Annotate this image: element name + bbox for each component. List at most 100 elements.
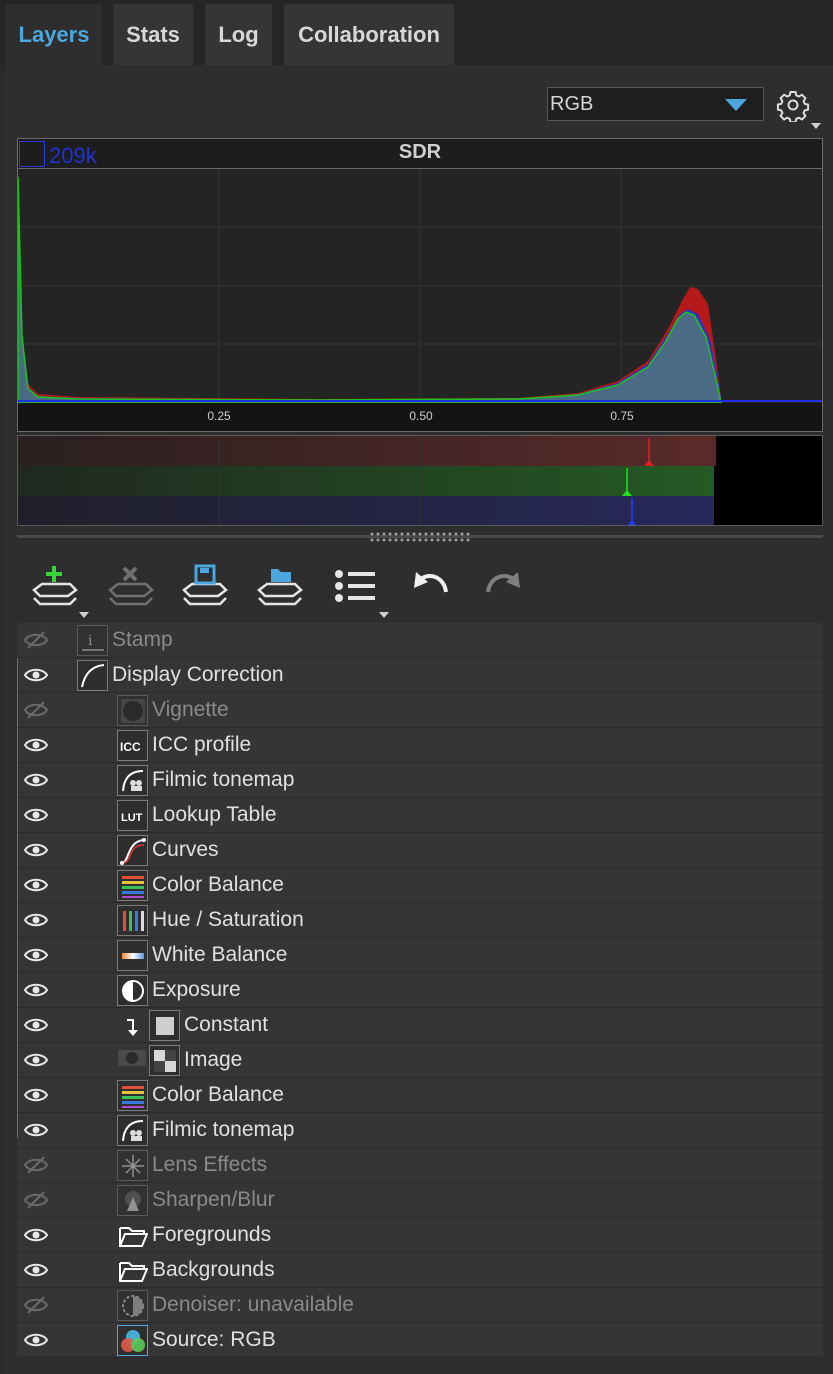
channel-select[interactable]: RGB — [547, 87, 764, 121]
layer-label: Hue / Saturation — [152, 908, 304, 931]
layer-row[interactable]: Foregrounds — [17, 1218, 823, 1253]
eye-icon[interactable] — [23, 1014, 49, 1036]
layer-row[interactable]: White Balance — [17, 938, 823, 973]
chevron-down-icon — [725, 99, 747, 111]
eye-icon[interactable] — [23, 1329, 49, 1351]
denoiser-icon[interactable] — [117, 1290, 148, 1321]
channel-range-sliders[interactable] — [17, 435, 823, 526]
icc-icon[interactable]: ICC — [117, 730, 148, 761]
chevron-down-icon[interactable] — [811, 123, 821, 129]
hue-saturation-icon[interactable] — [117, 905, 148, 936]
eye-icon[interactable] — [23, 1259, 49, 1281]
layer-row[interactable]: i Stamp — [17, 623, 823, 658]
layer-row[interactable]: LUT Lookup Table — [17, 798, 823, 833]
layer-list-button[interactable] — [328, 562, 380, 610]
folder-icon[interactable] — [117, 1255, 148, 1286]
svg-text:LUT: LUT — [121, 812, 143, 824]
histogram-header: 209k SDR — [18, 139, 822, 169]
layer-row[interactable]: Curves — [17, 833, 823, 868]
eye-icon[interactable] — [23, 839, 49, 861]
eye-slash-icon[interactable] — [23, 1189, 49, 1211]
curve-icon[interactable] — [77, 660, 108, 691]
lut-icon[interactable]: LUT — [117, 800, 148, 831]
layer-row[interactable]: Sharpen/Blur — [17, 1183, 823, 1218]
layer-label: Color Balance — [152, 1083, 284, 1106]
eye-slash-icon[interactable] — [23, 629, 49, 651]
exposure-icon[interactable] — [117, 975, 148, 1006]
layer-row[interactable]: Source: RGB — [17, 1323, 823, 1358]
layer-label: Filmic tonemap — [152, 768, 295, 791]
tab-log[interactable]: Log — [205, 4, 272, 65]
layer-row[interactable]: Display Correction — [17, 658, 823, 693]
delete-layer-button[interactable] — [104, 562, 156, 610]
image-icon[interactable] — [149, 1045, 180, 1076]
splitter-grip[interactable] — [369, 531, 471, 543]
eye-icon[interactable] — [23, 664, 49, 686]
eye-icon[interactable] — [23, 734, 49, 756]
undo-button[interactable] — [404, 562, 456, 610]
layer-row[interactable]: Hue / Saturation — [17, 903, 823, 938]
gear-icon[interactable] — [776, 88, 810, 122]
filmic-icon[interactable] — [117, 1115, 148, 1146]
layer-row[interactable]: Exposure — [17, 973, 823, 1008]
layer-list[interactable]: i Stamp Display Correction Vignette ICC ICC p… — [17, 623, 823, 1358]
eye-icon[interactable] — [23, 1084, 49, 1106]
curves-icon[interactable] — [117, 835, 148, 866]
redo-button[interactable] — [478, 562, 530, 610]
delete-layer-icon — [108, 566, 154, 606]
sharpen-blur-icon[interactable] — [117, 1185, 148, 1216]
constant-icon[interactable] — [149, 1010, 180, 1041]
layer-row[interactable]: Filmic tonemap — [17, 1113, 823, 1148]
eye-icon[interactable] — [23, 804, 49, 826]
filmic-icon[interactable] — [117, 765, 148, 796]
save-layers-icon — [182, 564, 228, 606]
eye-icon[interactable] — [23, 1049, 49, 1071]
lens-effects-icon[interactable] — [117, 1150, 148, 1181]
tab-stats[interactable]: Stats — [113, 4, 193, 65]
white-balance-icon[interactable] — [117, 940, 148, 971]
layer-row[interactable]: Lens Effects — [17, 1148, 823, 1183]
layer-row[interactable]: Vignette — [17, 693, 823, 728]
layer-row[interactable]: ICC ICC profile — [17, 728, 823, 763]
layer-label: Display Correction — [112, 663, 284, 686]
layer-label: Lens Effects — [152, 1153, 268, 1176]
eye-icon[interactable] — [23, 1119, 49, 1141]
stamp-icon[interactable]: i — [77, 625, 108, 656]
tab-layers[interactable]: Layers — [6, 4, 102, 65]
layer-row[interactable]: Constant — [17, 1008, 823, 1043]
color-balance-icon[interactable] — [117, 1080, 148, 1111]
folder-icon[interactable] — [117, 1220, 148, 1251]
eye-icon[interactable] — [23, 944, 49, 966]
layer-row[interactable]: Color Balance — [17, 1078, 823, 1113]
eye-icon[interactable] — [23, 979, 49, 1001]
color-balance-icon[interactable] — [117, 870, 148, 901]
chevron-down-icon[interactable] — [379, 612, 389, 618]
layer-row[interactable]: Color Balance — [17, 868, 823, 903]
eye-slash-icon[interactable] — [23, 1154, 49, 1176]
tab-label: Layers — [18, 21, 90, 47]
histogram-title: SDR — [398, 141, 442, 163]
layer-row[interactable]: Denoiser: unavailable — [17, 1288, 823, 1323]
open-layers-button[interactable] — [253, 562, 305, 610]
histogram[interactable]: 209k SDR 0.25 0.50 0.75 — [17, 138, 823, 432]
eye-icon[interactable] — [23, 1224, 49, 1246]
layer-label: Image — [184, 1048, 243, 1071]
layer-row[interactable]: Image — [17, 1043, 823, 1078]
layer-label: Denoiser: unavailable — [152, 1293, 354, 1316]
layer-label: Sharpen/Blur — [152, 1188, 275, 1211]
chevron-down-icon[interactable] — [79, 612, 89, 618]
source-rgb-icon[interactable] — [117, 1325, 148, 1356]
eye-slash-icon[interactable] — [23, 1294, 49, 1316]
add-layer-button[interactable] — [28, 562, 80, 610]
tab-bar: Layers Stats Log Collaboration — [0, 0, 833, 65]
save-layers-button[interactable] — [178, 562, 230, 610]
eye-icon[interactable] — [23, 874, 49, 896]
layer-row[interactable]: Backgrounds — [17, 1253, 823, 1288]
eye-icon[interactable] — [23, 909, 49, 931]
vignette-icon[interactable] — [117, 695, 148, 726]
eye-icon[interactable] — [23, 769, 49, 791]
layer-row[interactable]: Filmic tonemap — [17, 763, 823, 798]
mask-icon[interactable] — [118, 1050, 146, 1066]
tab-collaboration[interactable]: Collaboration — [284, 4, 454, 65]
eye-slash-icon[interactable] — [23, 699, 49, 721]
